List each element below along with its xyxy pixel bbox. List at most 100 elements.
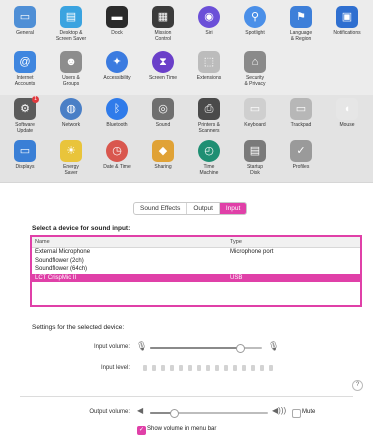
pref-pane[interactable]: ⬚ Extensions xyxy=(186,51,232,95)
pref-pane[interactable]: ◷ Date & Time xyxy=(94,140,140,184)
pref-pane[interactable]: ⎙ Printers & Scanners xyxy=(186,98,232,142)
prefs-row-2: @ Internet Accounts ☻ Users & Groups ✦ Access… xyxy=(0,51,373,95)
pref-pane-label: Software Update xyxy=(15,122,35,134)
pref-pane[interactable]: ◉ Siri xyxy=(186,6,232,50)
tab-output[interactable]: Output xyxy=(186,203,219,214)
pref-pane-label: Mouse xyxy=(339,122,355,128)
internet-accounts-icon: @ xyxy=(14,51,36,73)
level-segment xyxy=(143,365,147,371)
input-volume-slider[interactable] xyxy=(150,344,262,353)
pref-pane-label: Printers & Scanners xyxy=(198,122,220,134)
sound-tabs: Sound Effects Output Input xyxy=(133,202,248,215)
device-row[interactable]: External Microphone Microphone port xyxy=(32,248,360,257)
input-volume-knob[interactable] xyxy=(235,344,245,353)
pref-pane[interactable]: ◍ Network xyxy=(48,98,94,142)
output-volume-knob[interactable] xyxy=(169,409,179,418)
pref-pane-label: Language & Region xyxy=(289,30,313,42)
pref-pane-label: Network xyxy=(61,122,81,128)
pref-pane-label: Internet Accounts xyxy=(14,75,36,87)
pref-pane[interactable]: ⚲ Spotlight xyxy=(232,6,278,50)
pref-pane[interactable]: ⚑ Language & Region xyxy=(278,6,324,50)
pref-pane[interactable]: ✦ Accessibility xyxy=(94,51,140,95)
level-segment xyxy=(152,365,156,371)
device-type: USB xyxy=(230,274,243,281)
help-button[interactable]: ? xyxy=(352,380,363,391)
pref-pane[interactable]: ▬ Dock xyxy=(94,6,140,50)
desktop-screen-saver-icon: ▤ xyxy=(60,6,82,28)
pref-pane[interactable]: ☻ Users & Groups xyxy=(48,51,94,95)
pref-pane[interactable]: ◖ Mouse xyxy=(324,98,370,142)
pref-pane-label: Extensions xyxy=(196,75,222,81)
level-segment xyxy=(233,365,237,371)
pref-pane-label: Dock xyxy=(111,30,123,36)
level-segment xyxy=(215,365,219,371)
device-row[interactable]: Soundflower (2ch) xyxy=(32,257,360,266)
pref-pane[interactable]: ⌂ Security & Privacy xyxy=(232,51,278,95)
tab-sound-effects[interactable]: Sound Effects xyxy=(134,203,186,214)
startup-disk-icon: ▤ xyxy=(244,140,266,162)
pref-pane[interactable]: ᛒ Bluetooth xyxy=(94,98,140,142)
device-row-selected[interactable]: LCT CrispMic II USB xyxy=(32,273,360,282)
device-name: Soundflower (2ch) xyxy=(35,257,84,264)
pref-pane[interactable]: ◆ Sharing xyxy=(140,140,186,184)
pref-pane[interactable]: ▭ Displays xyxy=(2,140,48,184)
output-volume-slider[interactable] xyxy=(150,409,268,418)
pref-pane-label: Trackpad xyxy=(290,122,312,128)
pref-pane[interactable]: ▭ Trackpad xyxy=(278,98,324,142)
printers-scanners-icon: ⎙ xyxy=(198,98,220,120)
pref-pane-label: Accessibility xyxy=(103,75,131,81)
pref-pane[interactable]: ✓ Profiles xyxy=(278,140,324,184)
pref-pane[interactable]: ▤ Startup Disk xyxy=(232,140,278,184)
pref-pane[interactable]: ⚙ 1 Software Update xyxy=(2,96,48,142)
level-segment xyxy=(188,365,192,371)
pref-pane-label: Siri xyxy=(205,30,213,36)
tab-input[interactable]: Input xyxy=(218,203,247,214)
pref-pane-label: Date & Time xyxy=(103,164,131,170)
notifications-icon: ▣ xyxy=(336,6,358,28)
input-device-table: Name Type External Microphone Microphone… xyxy=(30,235,362,307)
level-segment xyxy=(260,365,264,371)
level-segment xyxy=(269,365,273,371)
users-groups-icon: ☻ xyxy=(60,51,82,73)
input-volume-fill xyxy=(150,347,240,349)
mute-checkbox[interactable] xyxy=(292,409,301,418)
prefs-row-3: ⚙ 1 Software Update ◍ Network ᛒ Bluetooth ◎ Soun… xyxy=(0,96,373,142)
keyboard-icon: ▭ xyxy=(244,98,266,120)
pref-pane-label: Spotlight xyxy=(245,30,265,36)
input-volume-label: Input volume: xyxy=(93,344,130,350)
pref-pane-label: Desktop & Screen Saver xyxy=(55,30,87,42)
pref-pane[interactable]: ▦ Mission Control xyxy=(140,6,186,50)
show-volume-checkbox[interactable]: ✓ xyxy=(137,426,146,435)
pref-pane[interactable]: ▤ Desktop & Screen Saver xyxy=(48,6,94,50)
profiles-icon: ✓ xyxy=(290,140,312,162)
pref-pane[interactable]: ▭ General xyxy=(2,6,48,50)
device-row[interactable]: Soundflower (64ch) xyxy=(32,265,360,274)
pref-pane[interactable]: ⧗ Screen Time xyxy=(140,51,186,95)
pref-pane-label: Security & Privacy xyxy=(244,75,266,87)
pref-pane[interactable]: ◎ Sound xyxy=(140,98,186,142)
pref-pane[interactable]: @ Internet Accounts xyxy=(2,51,48,95)
column-name-header[interactable]: Name xyxy=(32,237,230,247)
pref-pane-label: Startup Disk xyxy=(246,164,264,176)
column-type-header[interactable]: Type xyxy=(230,237,360,247)
pref-pane-label: Users & Groups xyxy=(62,75,80,87)
spotlight-icon: ⚲ xyxy=(244,6,266,28)
displays-icon: ▭ xyxy=(14,140,36,162)
pref-pane-label: General xyxy=(16,30,34,36)
pref-pane[interactable]: ◴ Time Machine xyxy=(186,140,232,184)
pref-pane[interactable]: ▣ Notifications xyxy=(324,6,370,50)
level-segment xyxy=(161,365,165,371)
pref-pane-label: Notifications xyxy=(333,30,361,36)
pref-pane[interactable]: ▭ Keyboard xyxy=(232,98,278,142)
device-name: Soundflower (64ch) xyxy=(35,266,88,272)
pref-pane[interactable]: ☀ Energy Saver xyxy=(48,140,94,184)
sound-icon: ◎ xyxy=(152,98,174,120)
pref-pane-label: Displays xyxy=(15,164,35,170)
pref-pane-label: Time Machine xyxy=(199,164,219,176)
level-segment xyxy=(242,365,246,371)
output-volume-label: Output volume: xyxy=(89,409,130,415)
system-preferences-grid: ▭ General ▤ Desktop & Screen Saver ▬ Dock ▦ Mis… xyxy=(0,0,373,183)
device-name: External Microphone xyxy=(35,249,91,255)
extensions-icon: ⬚ xyxy=(198,51,220,73)
prefs-row-4: ▭ Displays ☀ Energy Saver ◷ Date & Time ◆ Shari… xyxy=(0,140,373,184)
